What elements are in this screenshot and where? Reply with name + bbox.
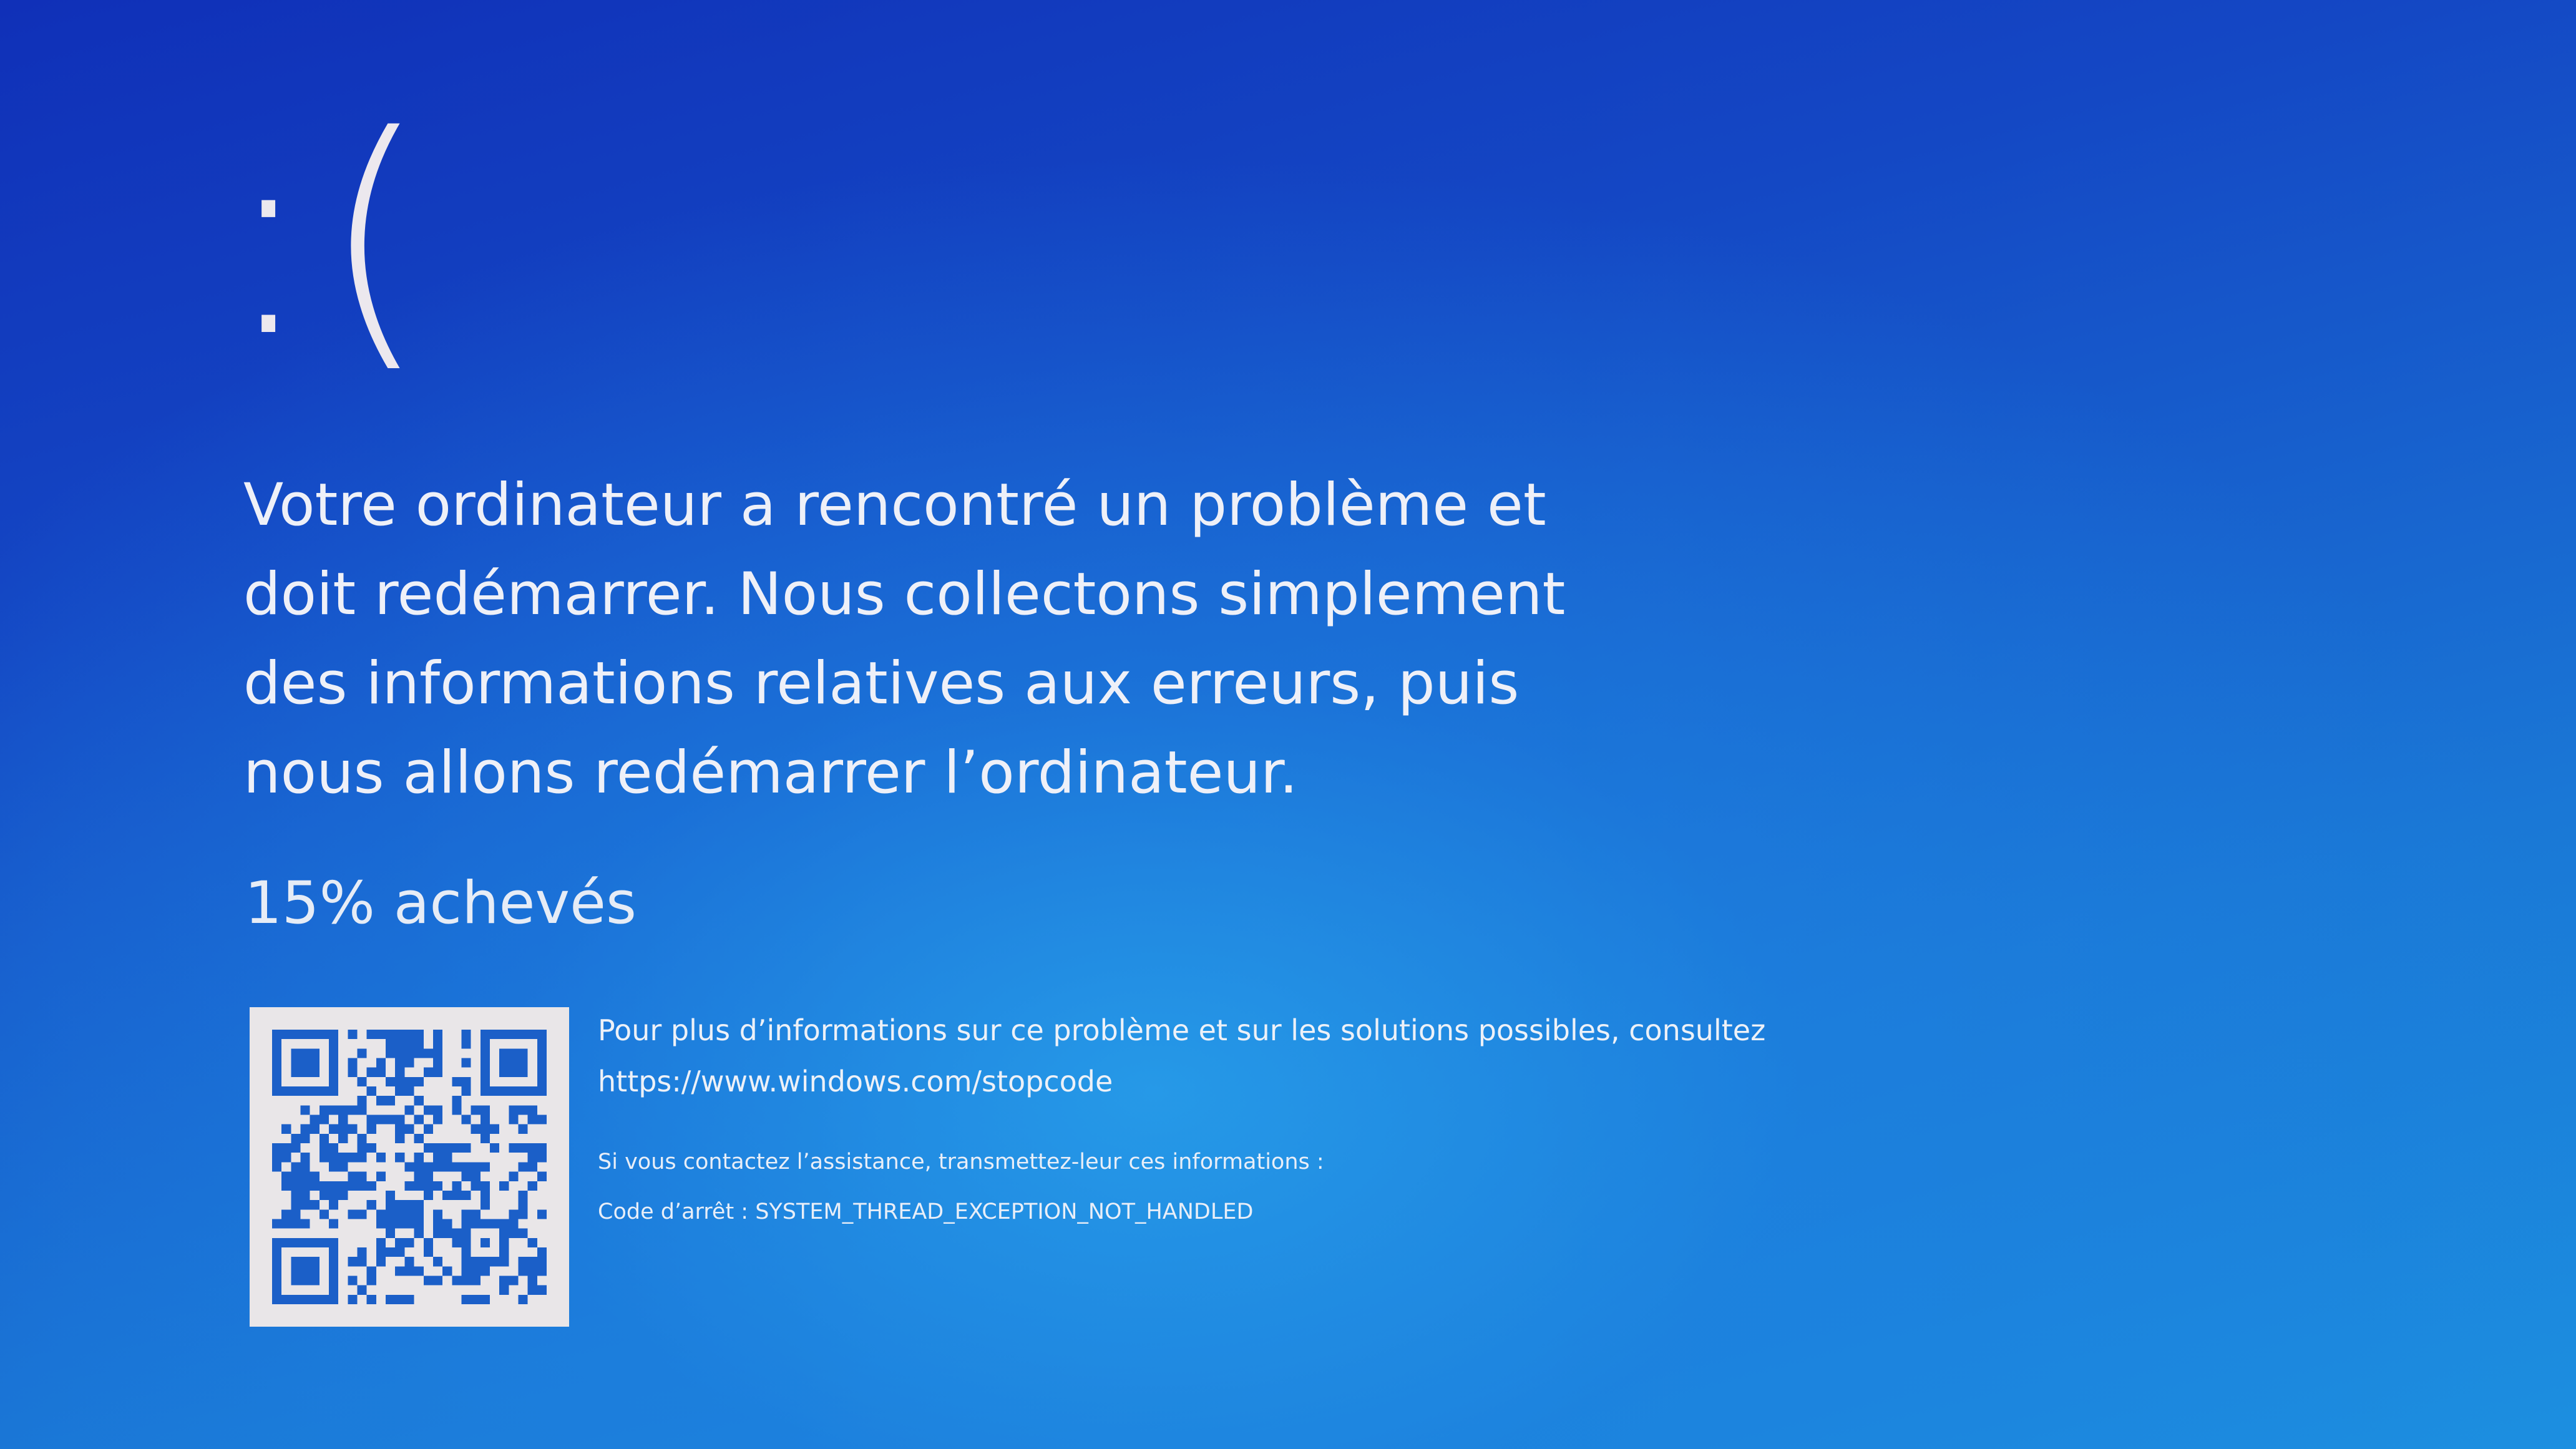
blue-screen: :( Votre ordinateur a rencontré un probl… bbox=[0, 0, 2576, 1449]
qr-code-icon bbox=[272, 1030, 547, 1304]
qr-code bbox=[250, 1007, 569, 1327]
info-block: Pour plus d’informations sur ce problème… bbox=[598, 1005, 1846, 1237]
error-message: Votre ordinateur a rencontré un problème… bbox=[243, 471, 1566, 807]
stop-code: Code d’arrêt : SYSTEM_THREAD_EXCEPTION_N… bbox=[598, 1199, 1254, 1224]
more-info-text: Pour plus d’informations sur ce problème… bbox=[598, 1013, 1766, 1047]
sad-face-emoticon: :( bbox=[222, 77, 434, 397]
progress-text: 15% achevés bbox=[245, 869, 637, 937]
support-note: Si vous contactez l’assistance, transmet… bbox=[598, 1149, 1324, 1174]
stopcode-link[interactable]: https://www.windows.com/stopcode bbox=[598, 1056, 1846, 1107]
